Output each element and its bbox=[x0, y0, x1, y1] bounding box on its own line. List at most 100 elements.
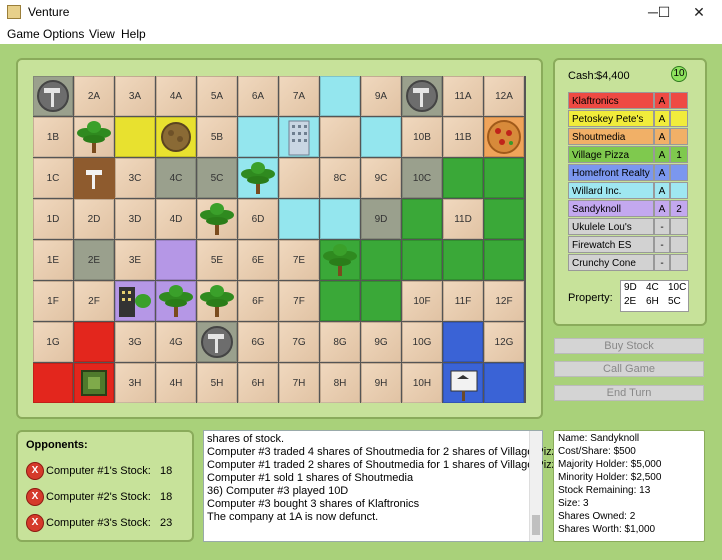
board-cell[interactable]: 7F bbox=[279, 281, 319, 321]
company-row[interactable]: Shoutmedia A bbox=[568, 128, 688, 145]
board-cell[interactable]: 8G bbox=[320, 322, 360, 362]
board-cell[interactable] bbox=[156, 281, 196, 321]
board-cell[interactable]: 6A bbox=[238, 76, 278, 116]
board-cell[interactable]: 9H bbox=[361, 363, 401, 403]
board-cell[interactable]: 10F bbox=[402, 281, 442, 321]
board-cell[interactable]: 11B bbox=[443, 117, 483, 157]
board-cell[interactable] bbox=[484, 240, 524, 280]
company-row[interactable]: Willard Inc. A bbox=[568, 182, 688, 199]
board-cell[interactable]: 1F bbox=[33, 281, 73, 321]
board-cell[interactable] bbox=[279, 158, 319, 198]
board-cell[interactable]: 9G bbox=[361, 322, 401, 362]
board-cell[interactable]: 3C bbox=[115, 158, 155, 198]
board-cell[interactable]: 11F bbox=[443, 281, 483, 321]
board-cell[interactable] bbox=[484, 158, 524, 198]
board-cell[interactable] bbox=[484, 117, 524, 157]
board-cell[interactable]: 1C bbox=[33, 158, 73, 198]
board-cell[interactable]: 1D bbox=[33, 199, 73, 239]
company-row[interactable]: Klaftronics A bbox=[568, 92, 688, 109]
call-game-button[interactable]: Call Game bbox=[554, 361, 704, 377]
board-cell[interactable]: 6G bbox=[238, 322, 278, 362]
board-cell[interactable]: 8H bbox=[320, 363, 360, 403]
menu-options[interactable]: Options bbox=[43, 27, 84, 41]
board-cell[interactable]: 3A bbox=[115, 76, 155, 116]
board-cell[interactable]: 10B bbox=[402, 117, 442, 157]
board-cell[interactable]: 2E bbox=[74, 240, 114, 280]
company-row[interactable]: Ukulele Lou's - bbox=[568, 218, 688, 235]
board-cell[interactable]: 7H bbox=[279, 363, 319, 403]
board-cell[interactable]: 2F bbox=[74, 281, 114, 321]
board-cell[interactable]: 9A bbox=[361, 76, 401, 116]
board-cell[interactable] bbox=[361, 117, 401, 157]
board-cell[interactable] bbox=[156, 240, 196, 280]
board-cell[interactable] bbox=[238, 117, 278, 157]
menu-view[interactable]: View bbox=[89, 27, 115, 41]
board-cell[interactable] bbox=[197, 281, 237, 321]
board-cell[interactable]: 3E bbox=[115, 240, 155, 280]
menu-help[interactable]: Help bbox=[121, 27, 146, 41]
board-cell[interactable]: 4H bbox=[156, 363, 196, 403]
board-cell[interactable]: 11D bbox=[443, 199, 483, 239]
board-cell[interactable]: 12A bbox=[484, 76, 524, 116]
board-cell[interactable] bbox=[115, 281, 155, 321]
board-cell[interactable] bbox=[320, 117, 360, 157]
board-cell[interactable]: 6H bbox=[238, 363, 278, 403]
board-cell[interactable]: 7A bbox=[279, 76, 319, 116]
board-cell[interactable]: 4C bbox=[156, 158, 196, 198]
board-cell[interactable]: 6D bbox=[238, 199, 278, 239]
board-cell[interactable] bbox=[279, 199, 319, 239]
board-cell[interactable]: 2D bbox=[74, 199, 114, 239]
company-row[interactable]: Firewatch ES - bbox=[568, 236, 688, 253]
board-cell[interactable]: 9D bbox=[361, 199, 401, 239]
board-cell[interactable]: 10H bbox=[402, 363, 442, 403]
company-row[interactable]: Homefront Realty A bbox=[568, 164, 688, 181]
board-cell[interactable] bbox=[443, 363, 483, 403]
board-cell[interactable]: 1B bbox=[33, 117, 73, 157]
board-cell[interactable] bbox=[443, 240, 483, 280]
board-cell[interactable]: 1A bbox=[33, 76, 73, 116]
board-cell[interactable]: 5C bbox=[197, 158, 237, 198]
board-cell[interactable] bbox=[238, 158, 278, 198]
board-cell[interactable] bbox=[402, 76, 442, 116]
menu-game[interactable]: Game bbox=[7, 27, 40, 41]
board-cell[interactable]: 3H bbox=[115, 363, 155, 403]
board-cell[interactable]: 3D bbox=[115, 199, 155, 239]
board-cell[interactable]: 5H bbox=[197, 363, 237, 403]
board-cell[interactable] bbox=[279, 117, 319, 157]
board-cell[interactable]: 5G bbox=[197, 322, 237, 362]
board-cell[interactable] bbox=[402, 199, 442, 239]
board-cell[interactable]: 2A bbox=[74, 76, 114, 116]
board-cell[interactable]: 6F bbox=[238, 281, 278, 321]
board-cell[interactable]: 5A bbox=[197, 76, 237, 116]
board-cell[interactable]: 10G bbox=[402, 322, 442, 362]
board-cell[interactable]: 1G bbox=[33, 322, 73, 362]
board-cell[interactable]: 12F bbox=[484, 281, 524, 321]
board-cell[interactable]: 4A bbox=[156, 76, 196, 116]
board-cell[interactable]: 11A bbox=[443, 76, 483, 116]
company-row[interactable]: Petoskey Pete's A bbox=[568, 110, 688, 127]
board-cell[interactable] bbox=[402, 240, 442, 280]
log-scrollbar[interactable] bbox=[529, 431, 542, 541]
board-cell[interactable] bbox=[320, 281, 360, 321]
board-cell[interactable] bbox=[320, 76, 360, 116]
board-cell[interactable]: 6E bbox=[238, 240, 278, 280]
board-cell[interactable] bbox=[443, 322, 483, 362]
board-cell[interactable]: 7G bbox=[279, 322, 319, 362]
company-row[interactable]: Village Pizza A 1 bbox=[568, 146, 688, 163]
game-log[interactable]: shares of stock. Computer #3 traded 4 sh… bbox=[203, 430, 563, 542]
scroll-thumb[interactable] bbox=[532, 515, 540, 535]
board-cell[interactable] bbox=[443, 158, 483, 198]
company-row[interactable]: Crunchy Cone - bbox=[568, 254, 688, 271]
board-cell[interactable] bbox=[74, 117, 114, 157]
buy-stock-button[interactable]: Buy Stock bbox=[554, 338, 704, 354]
board-cell[interactable] bbox=[156, 117, 196, 157]
board-cell[interactable]: 5B bbox=[197, 117, 237, 157]
board-cell[interactable]: 8C bbox=[320, 158, 360, 198]
board-cell[interactable] bbox=[115, 117, 155, 157]
close-button[interactable]: ✕ bbox=[676, 0, 722, 24]
board-cell[interactable] bbox=[484, 199, 524, 239]
board-cell[interactable] bbox=[320, 240, 360, 280]
board-cell[interactable]: 7E bbox=[279, 240, 319, 280]
board-cell[interactable] bbox=[197, 199, 237, 239]
board-cell[interactable] bbox=[74, 363, 114, 403]
